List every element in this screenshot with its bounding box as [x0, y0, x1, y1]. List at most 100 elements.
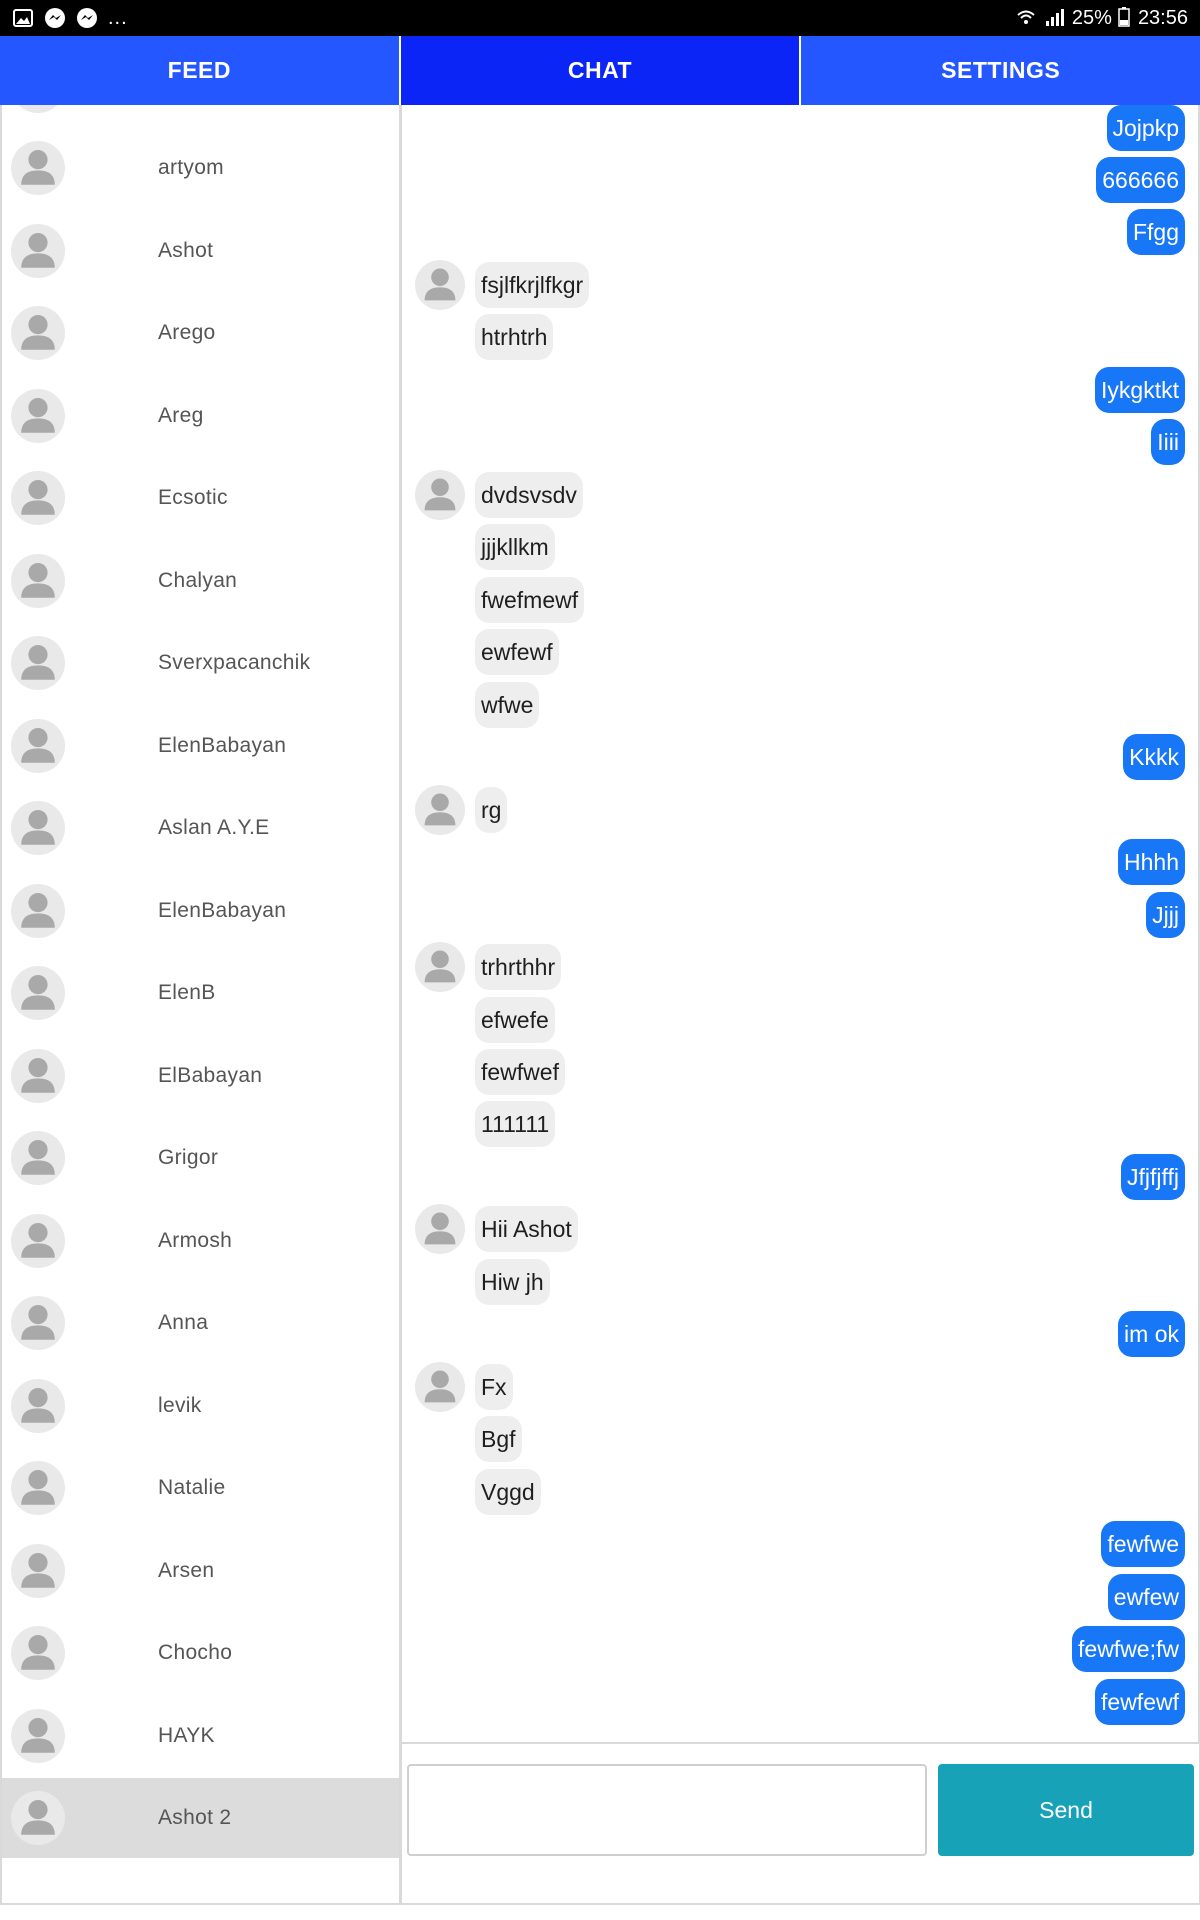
- avatar-icon: [11, 1131, 65, 1185]
- contact-list[interactable]: Babken artyom Ashot Arego Areg Ecsotic Chalyan…: [0, 105, 401, 1905]
- contact-row[interactable]: ElenBabayan: [2, 871, 399, 951]
- incoming-message: jjjkllkm: [475, 524, 555, 570]
- incoming-message: 111111: [475, 1101, 556, 1147]
- avatar-icon: [11, 141, 65, 195]
- contact-name: ElenB: [158, 981, 216, 1004]
- contact-row[interactable]: Arsen: [2, 1531, 399, 1611]
- contact-name: Chocho: [158, 1641, 233, 1664]
- contact-name: Anna: [158, 1311, 209, 1334]
- composer: Send: [402, 1742, 1199, 1903]
- wifi-icon: [1016, 7, 1038, 29]
- incoming-message: Vggd: [475, 1469, 541, 1515]
- contact-name: Aslan A.Y.E: [158, 816, 270, 839]
- avatar-icon: [11, 636, 65, 690]
- contact-name: Chalyan: [158, 569, 238, 592]
- incoming-message: rg: [475, 787, 508, 833]
- avatar-icon: [11, 105, 65, 113]
- contact-name: Grigor: [158, 1146, 219, 1169]
- contact-name: Arego: [158, 321, 216, 344]
- contact-row[interactable]: HAYK: [2, 1696, 399, 1776]
- avatar-icon: [11, 1461, 65, 1515]
- contact-row[interactable]: Arego: [2, 293, 399, 373]
- contact-row[interactable]: Chocho: [2, 1613, 399, 1693]
- contact-row[interactable]: artyom: [2, 128, 399, 208]
- gallery-icon: [12, 7, 34, 29]
- contact-name: artyom: [158, 156, 224, 179]
- status-bar: ... 25% 23:56: [0, 0, 1200, 36]
- contact-row[interactable]: Aslan A.Y.E: [2, 788, 399, 868]
- avatar-icon: [11, 966, 65, 1020]
- contact-name: Areg: [158, 404, 204, 427]
- outgoing-message: fewfwe;fw: [1072, 1626, 1185, 1672]
- avatar-icon: [11, 1544, 65, 1598]
- avatar-icon: [11, 801, 65, 855]
- contact-name: Arsen: [158, 1559, 215, 1582]
- tab-settings[interactable]: SETTINGS: [801, 36, 1200, 105]
- notification-icons: ...: [12, 7, 128, 30]
- contact-name: ElenBabayan: [158, 734, 287, 757]
- avatar-icon: [11, 224, 65, 278]
- tab-feed[interactable]: FEED: [0, 36, 401, 105]
- avatar-icon: [11, 1709, 65, 1763]
- avatar-icon: [11, 554, 65, 608]
- avatar-icon: [11, 719, 65, 773]
- avatar-icon: [11, 1379, 65, 1433]
- incoming-message: Hii Ashot: [475, 1206, 578, 1252]
- avatar-icon: [11, 1214, 65, 1268]
- outgoing-message: Hhhh: [1118, 839, 1185, 885]
- contact-row[interactable]: ElenB: [2, 953, 399, 1033]
- send-button[interactable]: Send: [938, 1764, 1194, 1856]
- contact-row[interactable]: Armosh: [2, 1201, 399, 1281]
- tab-chat[interactable]: CHAT: [400, 36, 802, 105]
- avatar-icon: [415, 785, 465, 835]
- outgoing-message: 666666: [1096, 157, 1185, 203]
- contact-name: Sverxpacanchik: [158, 651, 311, 674]
- outgoing-message: im ok: [1118, 1311, 1185, 1357]
- system-icons: 25% 23:56: [1016, 7, 1188, 30]
- avatar-icon: [11, 306, 65, 360]
- contact-row[interactable]: ElenBabayan: [2, 706, 399, 786]
- contact-row[interactable]: Chalyan: [2, 541, 399, 621]
- contact-name: Ashot 2: [158, 1806, 232, 1829]
- avatar-icon: [415, 1204, 465, 1254]
- avatar-icon: [11, 471, 65, 525]
- signal-icon: [1044, 7, 1066, 29]
- outgoing-message: Jojpkp: [1106, 105, 1185, 151]
- contact-row[interactable]: Sverxpacanchik: [2, 623, 399, 703]
- contact-row[interactable]: Anna: [2, 1283, 399, 1363]
- avatar-icon: [11, 1626, 65, 1680]
- clock: 23:56: [1137, 6, 1188, 29]
- incoming-message: Hiw jh: [475, 1259, 550, 1305]
- incoming-message: fwefmewf: [475, 577, 585, 623]
- outgoing-message: Jfjfjffj: [1121, 1154, 1185, 1200]
- contact-row[interactable]: ElBabayan: [2, 1036, 399, 1116]
- outgoing-message: Jjjj: [1146, 892, 1185, 938]
- contact-row[interactable]: Ecsotic: [2, 458, 399, 538]
- outgoing-message: ewfew: [1107, 1574, 1185, 1620]
- contact-name: Natalie: [158, 1476, 226, 1499]
- incoming-message: htrhtrh: [475, 314, 554, 360]
- contact-row[interactable]: Grigor: [2, 1118, 399, 1198]
- message-input[interactable]: [407, 1764, 927, 1856]
- contact-name: HAYK: [158, 1724, 215, 1747]
- avatar-icon: [415, 470, 465, 520]
- chat-pane: Jojpkp 666666 Ffgg fsjlfkrjlfkgr htrhtrh Iykg…: [401, 105, 1200, 1905]
- incoming-message: Fx: [475, 1364, 513, 1410]
- contact-name: Ecsotic: [158, 486, 228, 509]
- incoming-message: wfwe: [475, 682, 540, 728]
- contact-row[interactable]: Babken: [2, 105, 399, 126]
- incoming-message: efwefe: [475, 997, 555, 1043]
- contact-row[interactable]: Natalie: [2, 1448, 399, 1528]
- outgoing-message: Kkkk: [1123, 734, 1185, 780]
- incoming-message: trhrthhr: [475, 944, 562, 990]
- contact-row[interactable]: Ashot 2: [2, 1778, 399, 1858]
- incoming-message: Bgf: [475, 1416, 522, 1462]
- contact-row[interactable]: Ashot: [2, 211, 399, 291]
- contact-row[interactable]: levik: [2, 1366, 399, 1446]
- message-list[interactable]: Jojpkp 666666 Ffgg fsjlfkrjlfkgr htrhtrh Iykg…: [402, 105, 1199, 1742]
- contact-name: ElBabayan: [158, 1064, 263, 1087]
- incoming-message: dvdsvsdv: [475, 472, 583, 518]
- avatar-icon: [415, 260, 465, 310]
- avatar-icon: [11, 884, 65, 938]
- contact-row[interactable]: Areg: [2, 376, 399, 456]
